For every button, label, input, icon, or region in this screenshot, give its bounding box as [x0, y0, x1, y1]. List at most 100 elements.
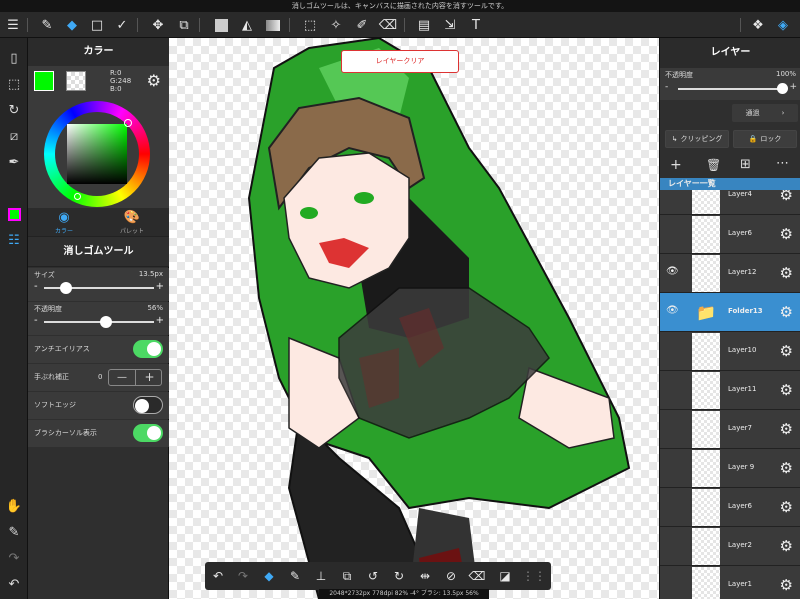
layer-row[interactable]: 👁 📁 Folder13 ⚙: [660, 293, 800, 332]
size-slider[interactable]: - +: [34, 281, 164, 294]
add-layer-icon[interactable]: +: [670, 157, 682, 173]
layer-settings-gear-icon[interactable]: ⚙: [780, 225, 793, 243]
transform-icon[interactable]: ⧉: [174, 15, 194, 35]
eye-icon[interactable]: 👁: [666, 266, 679, 277]
size-plus[interactable]: +: [156, 281, 164, 292]
rotate-icon[interactable]: ↻: [4, 100, 24, 120]
softedge-toggle[interactable]: [133, 396, 163, 414]
select-eraser-icon[interactable]: ⌫: [378, 15, 398, 35]
layer-row[interactable]: Layer2 ⚙: [660, 527, 800, 566]
trash-icon[interactable]: 🗑: [706, 158, 721, 172]
background-color[interactable]: [66, 71, 86, 91]
layer-settings-gear-icon[interactable]: ⚙: [780, 381, 793, 399]
layer-row[interactable]: Layer6 ⚙: [660, 488, 800, 527]
layer-settings-gear-icon[interactable]: ⚙: [780, 498, 793, 516]
antialias-toggle[interactable]: [133, 340, 163, 358]
cursor-toggle[interactable]: [133, 424, 163, 442]
select-rect-icon[interactable]: ⬚: [300, 15, 320, 35]
hue-picker[interactable]: [74, 193, 81, 200]
blend-mode-select[interactable]: 通過 ›: [732, 104, 798, 122]
redo-icon[interactable]: ↷: [4, 548, 24, 568]
layer-opacity-plus[interactable]: +: [789, 82, 797, 92]
layer-opacity-knob[interactable]: [777, 83, 788, 94]
tab-color[interactable]: ◉ カラー: [34, 210, 94, 236]
eyedropper-icon[interactable]: ✎: [4, 522, 24, 542]
eye-icon[interactable]: 👁: [666, 305, 679, 316]
layer-settings-gear-icon[interactable]: ⚙: [780, 190, 793, 204]
layers-icon[interactable]: ◈: [773, 15, 793, 35]
layer-settings-gear-icon[interactable]: ⚙: [780, 459, 793, 477]
material-icon[interactable]: ❖: [748, 15, 768, 35]
size-knob[interactable]: [60, 282, 72, 294]
layer-settings-gear-icon[interactable]: ⚙: [780, 537, 793, 555]
flip-icon[interactable]: ⇹: [416, 567, 434, 585]
select-move-icon[interactable]: ⇲: [440, 15, 460, 35]
undo-icon[interactable]: ↶: [209, 567, 227, 585]
menu-icon[interactable]: ☰: [3, 15, 23, 35]
image-import-icon[interactable]: ⊞: [740, 157, 751, 172]
eraser-icon[interactable]: ◆: [260, 567, 278, 585]
magic-wand-icon[interactable]: ✧: [326, 15, 346, 35]
layer-opacity-minus[interactable]: -: [665, 82, 668, 92]
layer-list-icon[interactable]: ☷: [4, 230, 24, 250]
clear-icon[interactable]: ⌫: [468, 567, 486, 585]
eraser-icon[interactable]: ◆: [62, 15, 82, 35]
layout-icon[interactable]: ▤: [414, 15, 434, 35]
sv-picker[interactable]: [124, 119, 132, 127]
fill-rect-icon[interactable]: [211, 15, 231, 35]
layer-row[interactable]: Layer11 ⚙: [660, 371, 800, 410]
check-pen-icon[interactable]: ✓: [112, 15, 132, 35]
grid-icon[interactable]: ⋮⋮: [522, 567, 546, 585]
tab-palette[interactable]: 🎨 パレット: [102, 210, 162, 236]
selection-icon[interactable]: ⬚: [4, 74, 24, 94]
layer-settings-gear-icon[interactable]: ⚙: [780, 342, 793, 360]
size-minus[interactable]: -: [34, 281, 38, 292]
layer-row[interactable]: Layer 9 ⚙: [660, 449, 800, 488]
lock-button[interactable]: 🔒 ロック: [733, 130, 797, 148]
fill-icon[interactable]: ⊥: [312, 567, 330, 585]
canvas[interactable]: レイヤークリア ↶ ↷ ◆ ✎ ⊥ ⧉ ↺ ↻ ⇹ ⊘ ⌫ ◪ ⋮⋮ 2048*…: [169, 38, 659, 599]
layer-row[interactable]: Layer6 ⚙: [660, 215, 800, 254]
gear-icon[interactable]: ⚙: [147, 71, 161, 90]
stepper-plus[interactable]: +: [136, 370, 163, 385]
rotate-left-icon[interactable]: ↺: [364, 567, 382, 585]
hand-icon[interactable]: ✋: [4, 496, 24, 516]
edit-icon[interactable]: ◪: [496, 567, 514, 585]
undo-icon[interactable]: ↶: [4, 574, 24, 594]
clipping-button[interactable]: ↳ クリッピング: [665, 130, 729, 148]
select-pen-icon[interactable]: ✐: [352, 15, 372, 35]
layer-row[interactable]: Layer1 ⚙: [660, 566, 800, 599]
layer-row[interactable]: Layer4 ⚙: [660, 190, 800, 215]
color-swatch-icon[interactable]: [4, 204, 24, 224]
opacity-knob[interactable]: [99, 316, 112, 328]
layer-row[interactable]: Layer7 ⚙: [660, 410, 800, 449]
stepper-minus[interactable]: —: [109, 370, 136, 385]
eyedropper-icon[interactable]: ✎: [286, 567, 304, 585]
bucket-icon[interactable]: ◭: [237, 15, 257, 35]
move-icon[interactable]: ✥: [148, 15, 168, 35]
layer-settings-gear-icon[interactable]: ⚙: [780, 420, 793, 438]
pen-tool-icon[interactable]: ✒: [4, 152, 24, 172]
more-icon[interactable]: ⋯: [776, 156, 789, 171]
opacity-plus[interactable]: +: [156, 315, 164, 326]
text-icon[interactable]: T: [466, 15, 486, 35]
hue-wheel[interactable]: [44, 101, 150, 207]
ruler-icon[interactable]: ⧄: [4, 126, 24, 146]
rotate-right-icon[interactable]: ↻: [390, 567, 408, 585]
layer-settings-gear-icon[interactable]: ⚙: [780, 576, 793, 594]
opacity-minus[interactable]: -: [34, 315, 38, 326]
layer-settings-gear-icon[interactable]: ⚙: [780, 303, 793, 321]
foreground-color[interactable]: [34, 71, 54, 91]
transform-icon[interactable]: ⧉: [338, 567, 356, 585]
saturation-square[interactable]: [67, 124, 127, 184]
rectangle-icon[interactable]: □: [87, 15, 107, 35]
layer-row[interactable]: 👁 Layer12 ⚙: [660, 254, 800, 293]
redo-icon[interactable]: ↷: [234, 567, 252, 585]
layer-row[interactable]: Layer10 ⚙: [660, 332, 800, 371]
no-snap-icon[interactable]: ⊘: [442, 567, 460, 585]
layer-settings-gear-icon[interactable]: ⚙: [780, 264, 793, 282]
gradient-icon[interactable]: [263, 15, 283, 35]
pages-icon[interactable]: ▯: [4, 48, 24, 68]
brush-icon[interactable]: ✎: [37, 15, 57, 35]
opacity-slider[interactable]: - +: [34, 315, 164, 328]
